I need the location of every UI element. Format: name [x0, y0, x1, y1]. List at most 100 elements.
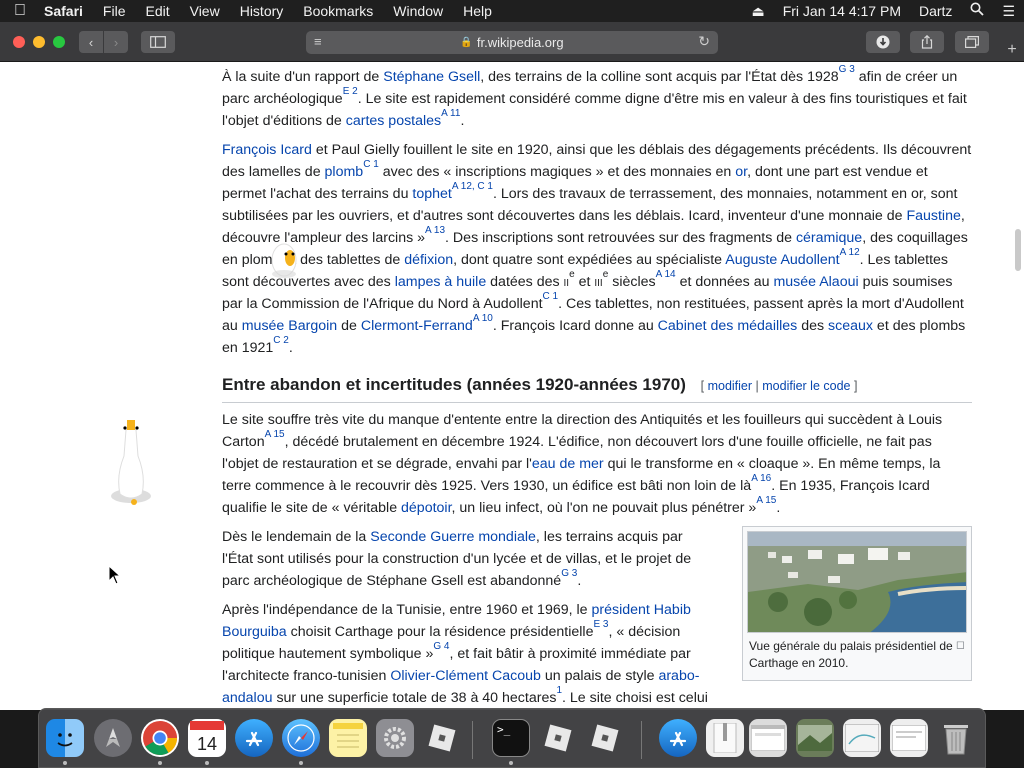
chrome-window-icon[interactable] — [890, 719, 928, 757]
menu-file[interactable]: File — [93, 0, 136, 22]
section-title: Entre abandon et incertitudes (années 19… — [222, 375, 686, 394]
link-cartes-postales[interactable]: cartes postales — [346, 113, 441, 129]
running-indicator — [299, 761, 303, 765]
plus-icon[interactable]: + — [1000, 41, 1024, 61]
menu-view[interactable]: View — [180, 0, 230, 22]
link-clermont-ferrand[interactable]: Clermont-Ferrand — [361, 318, 473, 334]
ref-note[interactable]: C 1 — [543, 291, 559, 302]
svg-text:14: 14 — [197, 734, 217, 754]
link-musee-alaoui[interactable]: musée Alaoui — [773, 274, 858, 290]
chevron-left-icon[interactable]: ‹ — [79, 31, 103, 53]
system-preferences-icon[interactable] — [376, 719, 414, 757]
menu-edit[interactable]: Edit — [135, 0, 179, 22]
text: . — [776, 500, 781, 516]
list-icon[interactable]: ☰ — [993, 0, 1024, 22]
menu-help[interactable]: Help — [453, 0, 502, 22]
ref-note[interactable]: G 4 — [433, 641, 449, 652]
tabs-icon[interactable] — [955, 31, 989, 53]
roblox-player-icon[interactable] — [586, 719, 624, 757]
ref-note[interactable]: C 2 — [273, 335, 289, 346]
running-indicator — [509, 761, 513, 765]
link-depotoir[interactable]: dépotoir — [401, 500, 452, 516]
terminal-icon[interactable]: >_ — [492, 719, 530, 757]
ref-note[interactable]: A 12, C 1 — [452, 181, 493, 192]
app-store-download-icon[interactable] — [659, 719, 697, 757]
calendar-icon[interactable]: 14 — [188, 719, 226, 757]
lower-section: Dès le lendemain de la Seconde Guerre mo… — [222, 526, 972, 709]
enlarge-icon[interactable]: ◻ — [956, 637, 965, 654]
reload-icon[interactable]: ↻ — [698, 33, 710, 50]
menu-bookmarks[interactable]: Bookmarks — [293, 0, 383, 22]
eject-icon[interactable]: ⏏ — [742, 0, 773, 22]
link-faustine[interactable]: Faustine — [906, 208, 960, 224]
ref-note[interactable]: A 16 — [751, 473, 771, 484]
clock[interactable]: Fri Jan 14 4:17 PM — [774, 0, 910, 22]
map-window-icon[interactable] — [843, 719, 881, 757]
ref-note[interactable]: A 15 — [265, 429, 285, 440]
goose-figure-tall — [108, 416, 154, 513]
zoom-window-button[interactable] — [53, 36, 65, 48]
chrome-icon[interactable] — [141, 719, 179, 757]
ref-note[interactable]: G 3 — [839, 64, 855, 75]
link-or[interactable]: or — [735, 164, 747, 180]
photo-window-icon[interactable] — [796, 719, 834, 757]
link-seconde-guerre-mondiale[interactable]: Seconde Guerre mondiale — [370, 529, 536, 545]
ref-note[interactable]: C 1 — [363, 159, 379, 170]
notes-icon[interactable] — [329, 719, 367, 757]
share-icon[interactable] — [910, 31, 944, 53]
roblox-icon[interactable] — [423, 719, 461, 757]
link-eau-de-mer[interactable]: eau de mer — [532, 456, 604, 472]
edit-source-link[interactable]: modifier le code — [762, 379, 850, 393]
text: choisit Carthage pour la résidence prési… — [286, 624, 594, 640]
apple-icon[interactable]:  — [0, 2, 40, 20]
address-bar[interactable]: ≡ 🔒 fr.wikipedia.org ↻ — [306, 31, 718, 54]
link-stephane-gsell[interactable]: Stéphane Gsell — [383, 69, 480, 85]
caption-text: Vue générale du palais présidentiel de C… — [749, 639, 953, 670]
ref-note[interactable]: E 2 — [343, 86, 358, 97]
link-cabinet-des-medailles[interactable]: Cabinet des médailles — [658, 318, 798, 334]
window-thumbnail-icon[interactable] — [749, 719, 787, 757]
separator: | — [752, 379, 763, 393]
safari-icon[interactable] — [282, 719, 320, 757]
ref-note[interactable]: A 12 — [840, 247, 860, 258]
link-auguste-audollent[interactable]: Auguste Audollent — [725, 252, 839, 268]
link-plomb[interactable]: plomb — [325, 164, 364, 180]
reader-icon[interactable]: ≡ — [314, 34, 322, 49]
launchpad-icon[interactable] — [94, 719, 132, 757]
ref-note[interactable]: E 3 — [593, 619, 608, 630]
menu-app-safari[interactable]: Safari — [40, 0, 93, 22]
ref-note[interactable]: A 13 — [425, 225, 445, 236]
link-francois-icard[interactable]: François Icard — [222, 142, 312, 158]
trash-icon[interactable] — [937, 719, 975, 757]
edit-link[interactable]: modifier — [708, 379, 752, 393]
ref-note[interactable]: G 3 — [561, 568, 577, 579]
menu-window[interactable]: Window — [383, 0, 453, 22]
ref-note[interactable]: A 15 — [756, 495, 776, 506]
download-icon[interactable] — [866, 31, 900, 53]
app-store-icon[interactable] — [235, 719, 273, 757]
scrollbar-thumb[interactable] — [1015, 229, 1021, 271]
link-olivier-clement-cacoub[interactable]: Olivier-Clément Cacoub — [390, 668, 541, 684]
chevron-right-icon[interactable]: › — [104, 31, 128, 53]
link-tophet[interactable]: tophet — [412, 186, 451, 202]
link-lampes-a-huile[interactable]: lampes à huile — [395, 274, 487, 290]
zip-file-icon[interactable] — [706, 719, 744, 757]
finder-icon[interactable] — [46, 719, 84, 757]
user-name[interactable]: Dartz — [910, 0, 961, 22]
menu-history[interactable]: History — [230, 0, 294, 22]
ref-note[interactable]: A 14 — [656, 269, 676, 280]
close-window-button[interactable] — [13, 36, 25, 48]
minimize-window-button[interactable] — [33, 36, 45, 48]
sidebar-icon[interactable] — [141, 31, 175, 53]
link-sceaux[interactable]: sceaux — [828, 318, 873, 334]
link-musee-bargoin[interactable]: musée Bargoin — [242, 318, 337, 334]
ref-note[interactable]: A 10 — [473, 313, 493, 324]
link-ceramique[interactable]: céramique — [796, 230, 862, 246]
link-defixion[interactable]: défixion — [404, 252, 453, 268]
ref-note[interactable]: A 11 — [441, 108, 460, 119]
roblox-studio-icon[interactable] — [539, 719, 577, 757]
palace-photo[interactable] — [747, 531, 967, 633]
bracket: ] — [850, 379, 858, 393]
search-icon[interactable] — [961, 0, 993, 22]
paragraph-4: Dès le lendemain de la Seconde Guerre mo… — [222, 526, 712, 592]
